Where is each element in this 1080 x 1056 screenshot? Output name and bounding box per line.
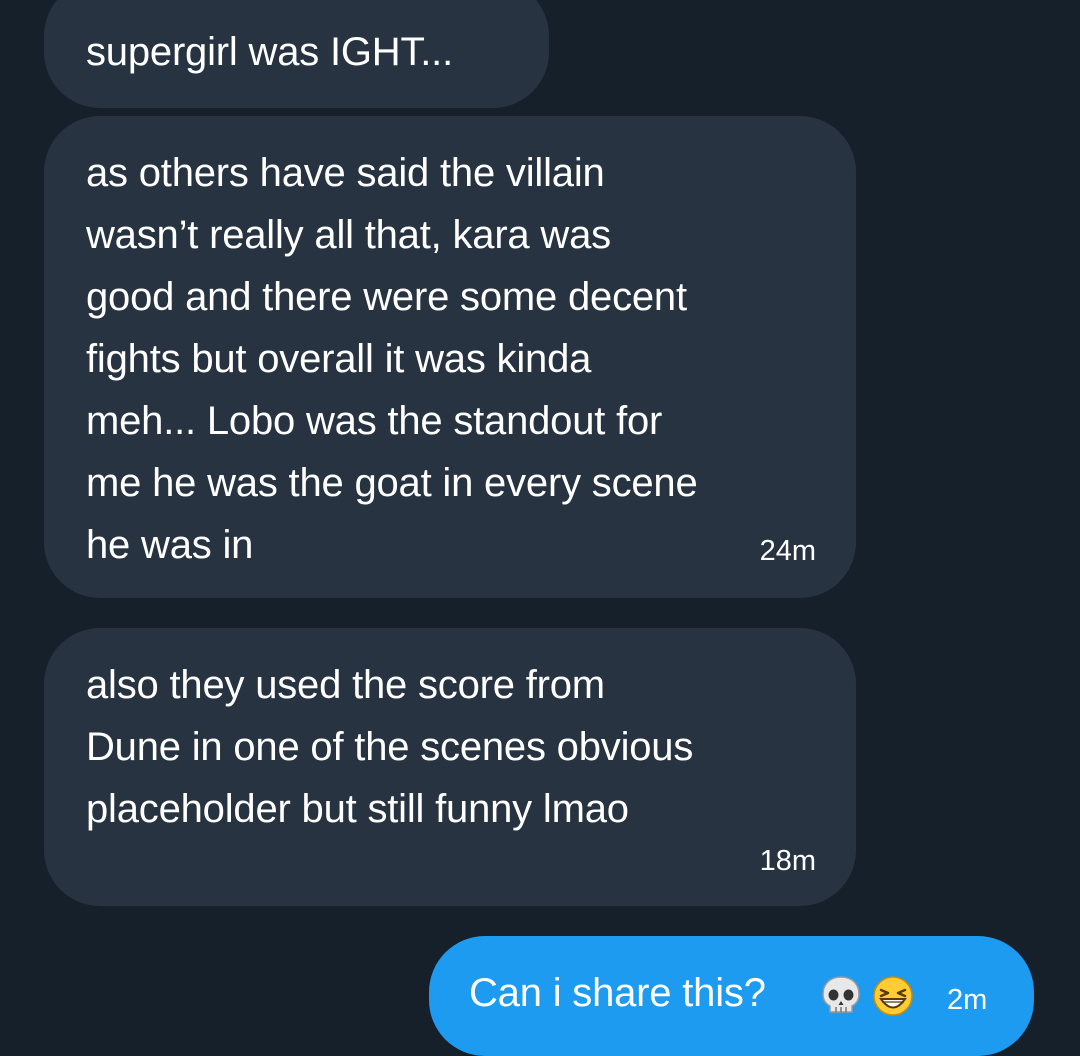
message-text: also they used the score from Dune in on… xyxy=(86,663,694,831)
message-bubble[interactable]: also they used the score from Dune in on… xyxy=(44,628,856,906)
emoji-group xyxy=(819,974,915,1018)
skull-emoji xyxy=(822,976,860,1013)
message-text: supergirl was IGHT... xyxy=(86,30,454,74)
grinning-squinting-face-emoji xyxy=(873,976,913,1016)
message-bubble[interactable]: as others have said the villain wasn’t r… xyxy=(44,116,856,598)
message-timestamp: 2m xyxy=(947,984,988,1016)
message-bubble[interactable]: supergirl was IGHT... xyxy=(44,0,549,108)
message-text: Can i share this? xyxy=(469,971,766,1015)
message-timestamp: 24m xyxy=(759,535,816,567)
message-text: as others have said the villain wasn’t r… xyxy=(86,151,698,567)
message-timestamp: 18m xyxy=(759,845,816,877)
conversation-thread: supergirl was IGHT... as others have sai… xyxy=(0,0,1080,1056)
sent-message-bubble[interactable]: Can i share this? 2m xyxy=(429,936,1034,1056)
